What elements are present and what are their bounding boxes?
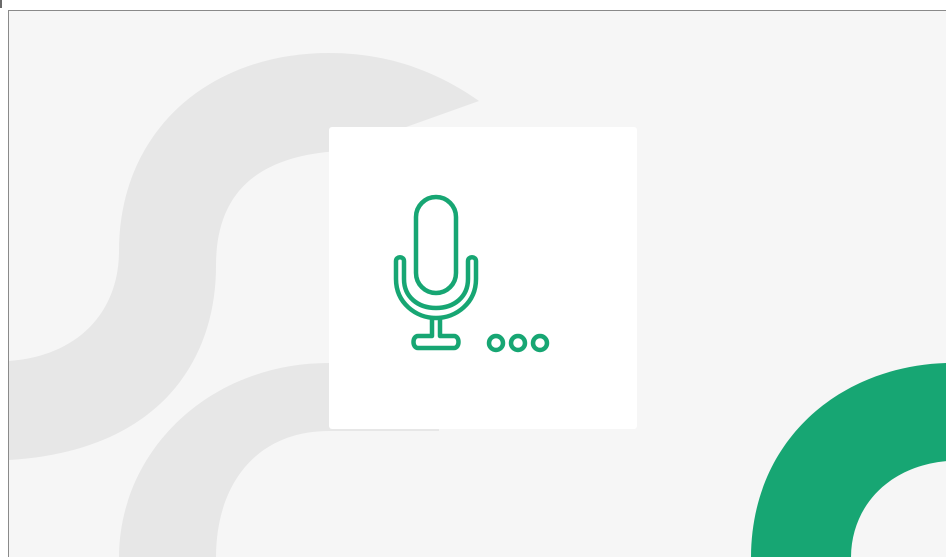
dot-2 [508, 333, 528, 353]
dot-3 [530, 333, 550, 353]
mic-stand [411, 315, 461, 351]
dot-1 [486, 333, 506, 353]
mic-holder [393, 255, 479, 321]
green-ring [751, 363, 946, 557]
mic-capsule [413, 194, 459, 296]
microphone-with-dots-icon [393, 194, 550, 353]
icon-card [329, 127, 637, 429]
window-edge-marker [0, 0, 2, 8]
content-area [8, 10, 946, 557]
